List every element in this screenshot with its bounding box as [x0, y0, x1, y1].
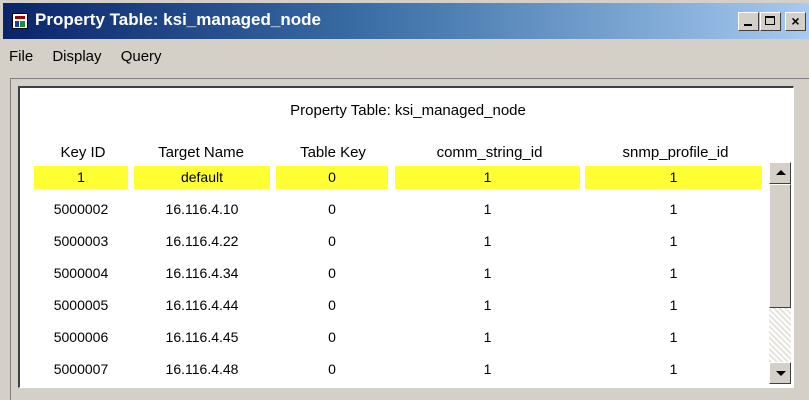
cell-snmp-profile-id: 1: [669, 265, 678, 281]
cell-snmp-profile-id: 1: [669, 361, 678, 377]
menu-bar: File Display Query: [3, 45, 171, 73]
minimize-button[interactable]: [738, 12, 759, 31]
header-comm-string-id[interactable]: comm_string_id: [397, 144, 582, 161]
cell-key-id: 5000003: [53, 233, 109, 249]
cell-table-key: 0: [328, 361, 336, 377]
header-key-id[interactable]: Key ID: [38, 144, 128, 161]
cell-target-name: default: [134, 166, 270, 189]
cell-comm-string-id: 1: [483, 361, 492, 377]
cell-comm-string-id: 1: [483, 233, 492, 249]
cell-snmp-profile-id: 1: [585, 166, 762, 189]
cell-target-name: 16.116.4.10: [165, 201, 239, 217]
cell-target-name: 16.116.4.34: [165, 265, 239, 281]
cell-snmp-profile-id: 1: [669, 297, 678, 313]
table-row[interactable]: 5000002 16.116.4.10 0 1 1: [18, 198, 778, 221]
table-icon: [12, 13, 28, 29]
cell-table-key: 0: [328, 297, 336, 313]
cell-table-key: 0: [276, 166, 388, 189]
cell-key-id: 5000002: [53, 201, 109, 217]
maximize-icon: [765, 16, 775, 25]
maximize-button[interactable]: [760, 12, 781, 31]
cell-comm-string-id: 1: [483, 329, 492, 345]
cell-key-id: 5000007: [53, 361, 109, 377]
close-button[interactable]: ×: [785, 12, 806, 31]
close-icon: ×: [791, 13, 800, 29]
vertical-scrollbar[interactable]: [769, 162, 791, 384]
property-table-window: Property Table: ksi_managed_node × File …: [0, 0, 809, 400]
cell-table-key: 0: [328, 233, 336, 249]
table-row[interactable]: 5000004 16.116.4.34 0 1 1: [18, 262, 778, 285]
header-target-name[interactable]: Target Name: [136, 144, 266, 161]
cell-target-name: 16.116.4.22: [165, 233, 239, 249]
cell-key-id: 5000006: [53, 329, 109, 345]
minimize-icon: [744, 24, 752, 26]
cell-target-name: 16.116.4.44: [165, 297, 239, 313]
header-table-key[interactable]: Table Key: [278, 144, 388, 161]
window-title: Property Table: ksi_managed_node: [35, 10, 321, 29]
cell-snmp-profile-id: 1: [669, 201, 678, 217]
table-row[interactable]: 5000005 16.116.4.44 0 1 1: [18, 294, 778, 317]
cell-key-id: 1: [34, 166, 128, 189]
header-snmp-profile-id[interactable]: snmp_profile_id: [587, 144, 764, 161]
menu-display[interactable]: Display: [46, 45, 107, 68]
cell-key-id: 5000005: [53, 297, 109, 313]
cell-comm-string-id: 1: [483, 297, 492, 313]
table-row[interactable]: 5000006 16.116.4.45 0 1 1: [18, 326, 778, 349]
arrow-up-icon: [776, 170, 786, 175]
cell-comm-string-id: 1: [483, 201, 492, 217]
table-row[interactable]: 5000003 16.116.4.22 0 1 1: [18, 230, 778, 253]
title-bar[interactable]: Property Table: ksi_managed_node ×: [3, 3, 809, 39]
cell-snmp-profile-id: 1: [669, 233, 678, 249]
cell-key-id: 5000004: [53, 265, 109, 281]
cell-target-name: 16.116.4.48: [165, 361, 239, 377]
scroll-down-button[interactable]: [769, 362, 791, 384]
table-row[interactable]: 5000007 16.116.4.48 0 1 1: [18, 358, 778, 381]
menu-file[interactable]: File: [3, 45, 39, 68]
cell-table-key: 0: [328, 265, 336, 281]
cell-table-key: 0: [328, 329, 336, 345]
cell-comm-string-id: 1: [483, 265, 492, 281]
table-row[interactable]: 1 default 0 1 1: [18, 166, 778, 189]
menu-query[interactable]: Query: [115, 45, 168, 68]
cell-target-name: 16.116.4.45: [165, 329, 239, 345]
arrow-down-icon: [776, 371, 786, 376]
scroll-up-button[interactable]: [769, 162, 791, 184]
scroll-thumb[interactable]: [769, 184, 791, 308]
cell-snmp-profile-id: 1: [669, 329, 678, 345]
cell-table-key: 0: [328, 201, 336, 217]
table-title: Property Table: ksi_managed_node: [290, 102, 526, 119]
cell-comm-string-id: 1: [395, 166, 580, 189]
